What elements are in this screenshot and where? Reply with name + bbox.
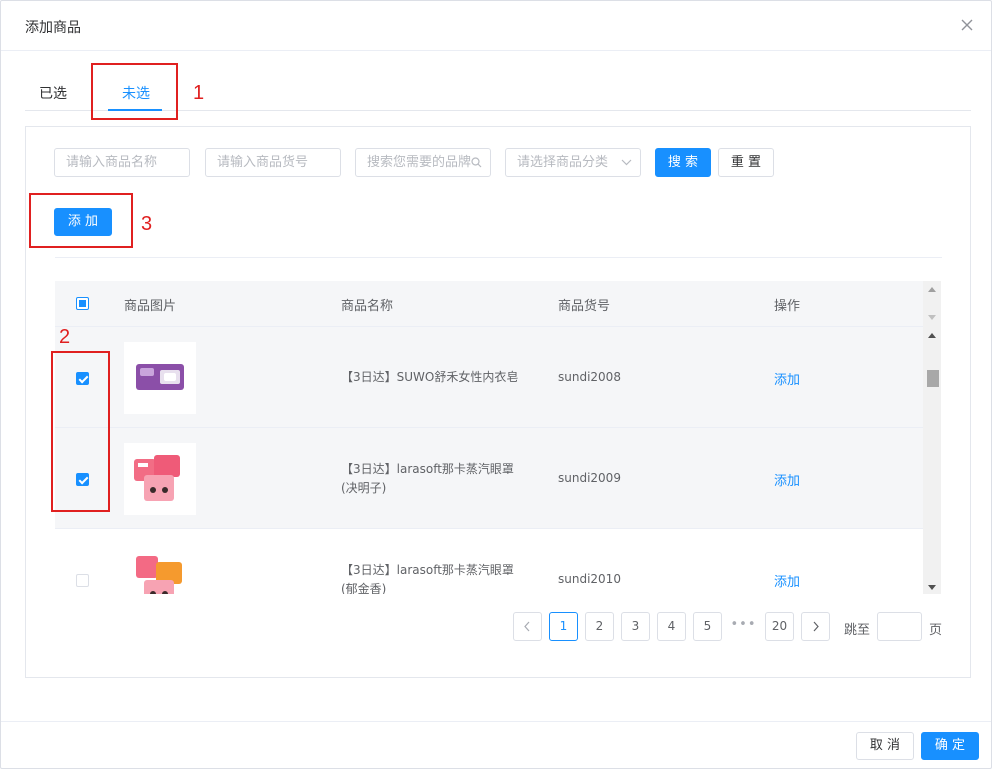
product-code-input[interactable]: 请输入商品货号	[205, 148, 341, 177]
select-all-checkbox[interactable]	[76, 297, 89, 310]
table-row: 【3日达】larasoft那卡蒸汽眼罩 (决明子) sundi2009 添加	[55, 428, 923, 529]
product-image	[124, 342, 196, 414]
category-select[interactable]: 请选择商品分类	[505, 148, 641, 177]
product-code: sundi2010	[558, 572, 621, 586]
page-button-last[interactable]: 20	[765, 612, 794, 641]
search-button[interactable]: 搜 索	[655, 148, 711, 177]
product-image	[124, 443, 196, 515]
page-suffix-label: 页	[929, 623, 943, 638]
prev-page-button[interactable]	[513, 612, 542, 641]
category-select-placeholder: 请选择商品分类	[517, 155, 609, 170]
scroll-up-icon[interactable]	[928, 333, 936, 338]
product-name-line1: 【3日达】larasoft那卡蒸汽眼罩	[341, 563, 514, 577]
table-scrollbar[interactable]	[923, 281, 941, 594]
chevron-down-icon	[621, 149, 632, 176]
product-name: 【3日达】larasoft那卡蒸汽眼罩 (郁金香)	[341, 561, 514, 594]
cancel-button[interactable]: 取 消	[856, 732, 914, 760]
add-product-dialog: 添加商品 已选 未选 1 请输入商品名称 请输入商品货号 搜索您需要的品牌 请选…	[0, 0, 992, 769]
add-row-link[interactable]: 添加	[774, 470, 800, 489]
dialog-title: 添加商品	[25, 20, 81, 36]
table-row: 【3日达】larasoft那卡蒸汽眼罩 (郁金香) sundi2010 添加	[55, 529, 923, 594]
header-image: 商品图片	[124, 299, 177, 314]
header-name: 商品名称	[341, 299, 394, 314]
annotation-box-3	[29, 193, 133, 248]
product-name: 【3日达】larasoft那卡蒸汽眼罩 (决明子)	[341, 460, 514, 498]
annotation-number-1: 1	[193, 82, 205, 104]
product-name-line1: 【3日达】larasoft那卡蒸汽眼罩	[341, 462, 514, 476]
brand-search-placeholder: 搜索您需要的品牌	[367, 155, 472, 170]
search-icon	[471, 149, 482, 176]
scroll-up-icon[interactable]	[928, 287, 936, 292]
product-name-line2: (郁金香)	[341, 582, 387, 594]
page-button[interactable]: 1	[549, 612, 578, 641]
jump-page-input[interactable]	[877, 612, 922, 641]
annotation-number-2: 2	[59, 326, 71, 348]
reset-button[interactable]: 重 置	[718, 148, 774, 177]
scroll-down-icon[interactable]	[928, 585, 936, 590]
page-button[interactable]: 4	[657, 612, 686, 641]
product-code: sundi2009	[558, 471, 621, 485]
confirm-button[interactable]: 确 定	[921, 732, 979, 760]
annotation-box-1	[91, 63, 178, 120]
product-name-input[interactable]: 请输入商品名称	[54, 148, 190, 177]
annotation-box-2	[51, 351, 110, 512]
close-icon[interactable]	[957, 15, 977, 35]
table-header: 商品图片 商品名称 商品货号 操作	[55, 281, 923, 327]
product-image	[124, 544, 196, 594]
product-table: 商品图片 商品名称 商品货号 操作 【3日达】SUWO舒禾女性内衣皂 sundi…	[55, 281, 942, 594]
product-name: 【3日达】SUWO舒禾女性内衣皂	[341, 370, 519, 384]
footer-divider	[1, 721, 991, 722]
page-button[interactable]: 5	[693, 612, 722, 641]
page-button[interactable]: 3	[621, 612, 650, 641]
annotation-number-3: 3	[141, 213, 153, 235]
tab-selected-items[interactable]: 已选	[39, 83, 67, 103]
row-checkbox[interactable]	[76, 574, 89, 587]
dialog-header: 添加商品	[1, 1, 991, 51]
product-name-line2: (决明子)	[341, 481, 387, 495]
next-page-button[interactable]	[801, 612, 830, 641]
add-row-link[interactable]: 添加	[774, 369, 800, 388]
scrollbar-thumb[interactable]	[927, 370, 939, 387]
page-button[interactable]: 2	[585, 612, 614, 641]
jump-to-label: 跳至	[844, 623, 871, 638]
more-pages-icon[interactable]: •••	[729, 612, 758, 641]
product-code: sundi2008	[558, 370, 621, 384]
header-code: 商品货号	[558, 299, 611, 314]
divider	[55, 257, 942, 258]
add-row-link[interactable]: 添加	[774, 571, 800, 590]
table-row: 【3日达】SUWO舒禾女性内衣皂 sundi2008 添加	[55, 327, 923, 428]
brand-search-input[interactable]: 搜索您需要的品牌	[355, 148, 491, 177]
header-action: 操作	[774, 299, 801, 314]
scroll-down-icon[interactable]	[928, 315, 936, 320]
